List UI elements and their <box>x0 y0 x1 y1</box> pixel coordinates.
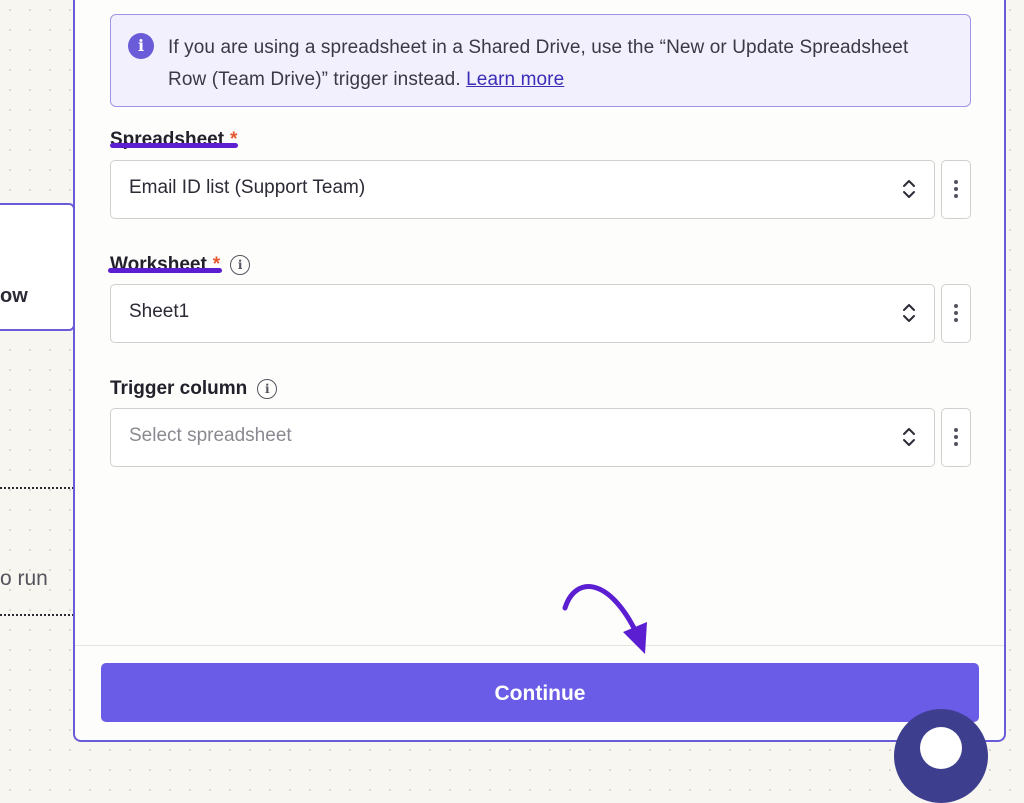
background-step-card-label: ow <box>0 285 28 307</box>
vertical-dots-icon <box>954 428 958 449</box>
spreadsheet-select-value: Email ID list (Support Team) <box>129 177 366 198</box>
spreadsheet-select[interactable]: Email ID list (Support Team) <box>110 160 935 219</box>
background-run-label: o run <box>0 567 48 590</box>
vertical-dots-icon <box>954 304 958 325</box>
trigger-column-label: Trigger column i <box>110 378 278 400</box>
chat-support-button[interactable] <box>894 709 988 803</box>
trigger-column-label-text: Trigger column <box>110 378 248 399</box>
info-banner-text: If you are using a spreadsheet in a Shar… <box>168 32 948 96</box>
background-dotted-connector-top <box>0 487 78 489</box>
worksheet-select[interactable]: Sheet1 <box>110 284 935 343</box>
continue-button[interactable]: Continue <box>101 663 979 722</box>
annotation-arrow-icon <box>562 584 647 654</box>
info-icon: i <box>128 33 154 59</box>
trigger-column-placeholder: Select spreadsheet <box>129 425 292 446</box>
worksheet-more-options-button[interactable] <box>941 284 971 343</box>
help-info-icon[interactable]: i <box>230 255 251 275</box>
annotation-underline-worksheet <box>108 268 222 273</box>
trigger-column-select[interactable]: Select spreadsheet <box>110 408 935 467</box>
trigger-setup-panel: i If you are using a spreadsheet in a Sh… <box>73 0 1006 742</box>
background-step-card[interactable] <box>0 203 75 331</box>
worksheet-select-value: Sheet1 <box>129 301 190 322</box>
annotation-underline-spreadsheet <box>110 143 238 148</box>
chevron-up-down-icon <box>903 304 915 322</box>
background-dotted-connector-bottom <box>0 614 78 616</box>
chat-bubble-icon <box>920 727 962 769</box>
learn-more-link[interactable]: Learn more <box>466 69 564 90</box>
footer-divider <box>75 645 1004 646</box>
vertical-dots-icon <box>954 180 958 201</box>
help-info-icon[interactable]: i <box>257 379 278 399</box>
chevron-up-down-icon <box>903 428 915 446</box>
trigger-column-more-options-button[interactable] <box>941 408 971 467</box>
spreadsheet-more-options-button[interactable] <box>941 160 971 219</box>
shared-drive-info-banner: i If you are using a spreadsheet in a Sh… <box>110 14 971 107</box>
chevron-up-down-icon <box>903 180 915 198</box>
